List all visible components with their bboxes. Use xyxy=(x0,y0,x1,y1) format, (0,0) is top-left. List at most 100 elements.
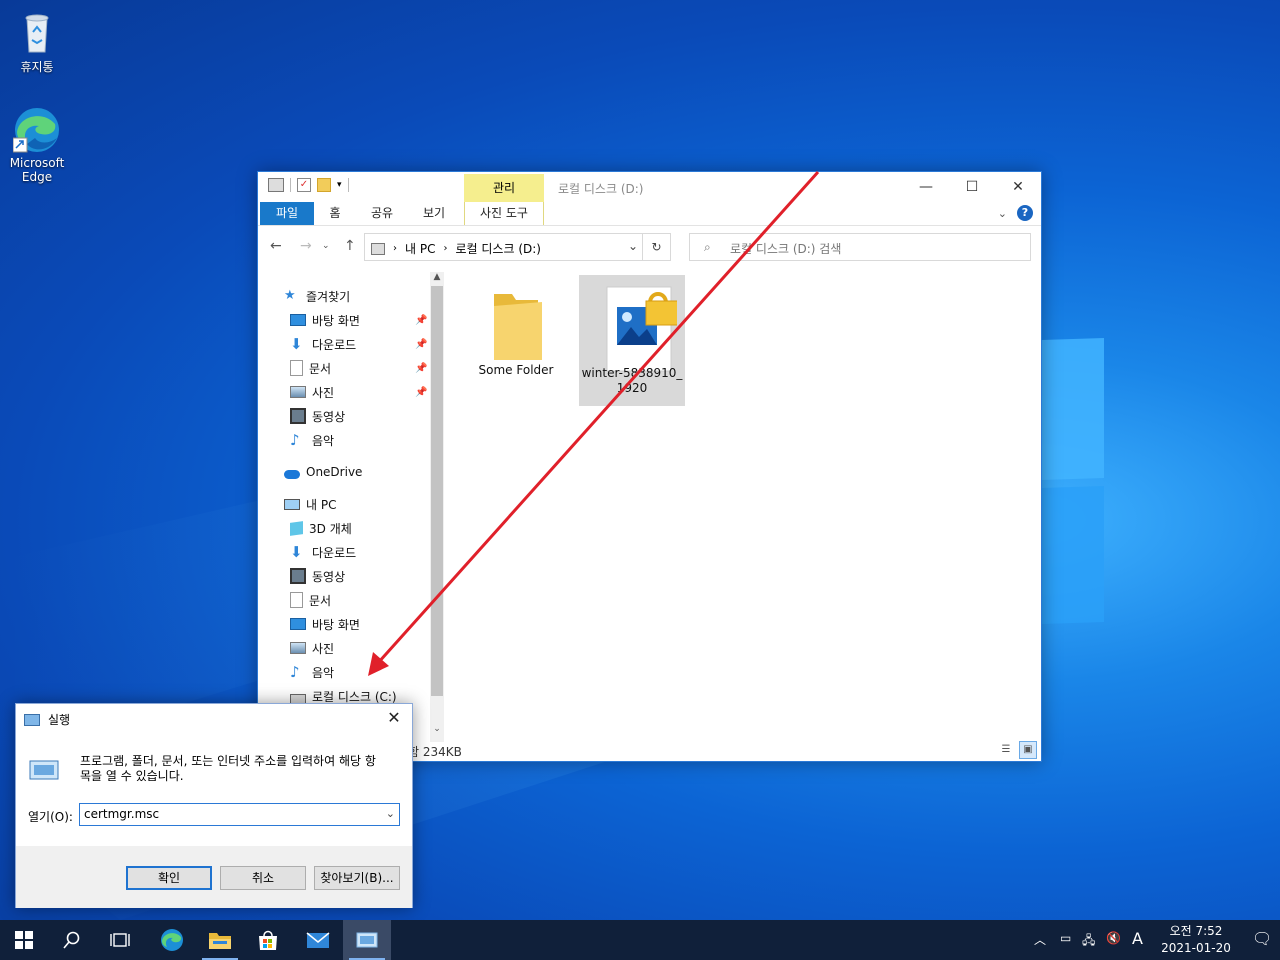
taskbar-mail[interactable] xyxy=(294,920,342,960)
expand-ribbon-icon[interactable]: ⌄ xyxy=(998,207,1007,220)
edge-icon xyxy=(161,929,183,951)
taskbar-run[interactable] xyxy=(343,920,391,960)
address-bar[interactable]: › 내 PC › 로컬 디스크 (D:) ⌄ ↻ xyxy=(364,233,671,261)
search-box[interactable]: ⌕ 로컬 디스크 (D:) 검색 xyxy=(689,233,1031,261)
run-dialog[interactable]: 실행 ✕ 프로그램, 폴더, 문서, 또는 인터넷 주소를 입력하여 해당 항 … xyxy=(15,703,413,908)
nav-item-music[interactable]: ♪ 음악 xyxy=(290,429,334,451)
scroll-down-icon[interactable]: ⌄ xyxy=(430,724,444,738)
large-icons-view-icon[interactable]: ▣ xyxy=(1019,741,1037,759)
recycle-bin-icon xyxy=(13,8,61,56)
search-placeholder: 로컬 디스크 (D:) 검색 xyxy=(730,242,842,256)
address-row: ← → ⌄ ↑ › 내 PC › 로컬 디스크 (D:) ⌄ ↻ ⌕ 로컬 디스… xyxy=(258,230,1041,262)
close-button[interactable]: ✕ xyxy=(382,707,406,729)
edge-icon xyxy=(12,106,61,154)
open-input[interactable]: certmgr.msc xyxy=(84,807,159,821)
nav-item-downloads-pc[interactable]: ⬇ 다운로드 xyxy=(290,541,356,563)
properties-icon[interactable]: ✓ xyxy=(297,178,311,192)
ok-button[interactable]: 확인 xyxy=(126,866,212,890)
chevron-down-icon[interactable]: ⌄ xyxy=(386,807,395,820)
refresh-button[interactable]: ↻ xyxy=(642,234,670,260)
nav-this-pc[interactable]: 내 PC xyxy=(284,493,336,515)
nav-onedrive[interactable]: OneDrive xyxy=(284,461,362,483)
close-button[interactable]: ✕ xyxy=(995,172,1041,202)
title-bar[interactable]: ✓ ▾ 관리 로컬 디스크 (D:) — ☐ ✕ xyxy=(258,172,1041,202)
taskbar: ︿ ▭ 🖧 🔇 A 오전 7:52 2021-01-20 🗨 xyxy=(0,920,1280,960)
taskbar-edge[interactable] xyxy=(148,920,196,960)
nav-label: 사진 xyxy=(312,641,335,656)
context-tab-manage[interactable]: 관리 xyxy=(464,174,544,202)
minimize-button[interactable]: — xyxy=(903,172,949,202)
tab-share[interactable]: 공유 xyxy=(362,202,402,225)
nav-label: 3D 개체 xyxy=(309,521,352,536)
back-button[interactable]: ← xyxy=(270,238,282,254)
nav-item-pictures[interactable]: 사진 xyxy=(290,381,334,403)
start-button[interactable] xyxy=(0,920,48,960)
nav-label: 다운로드 xyxy=(312,337,357,352)
nav-item-downloads[interactable]: ⬇ 다운로드 xyxy=(290,333,356,355)
file-item-folder[interactable]: Some Folder xyxy=(466,278,566,394)
pin-icon: 📌 xyxy=(415,363,428,374)
battery-icon[interactable]: ▭ xyxy=(1060,931,1071,945)
desktop-icon xyxy=(290,618,306,630)
cancel-button[interactable]: 취소 xyxy=(220,866,306,890)
chevron-up-icon[interactable]: ︿ xyxy=(1034,931,1046,948)
tab-picture-tools[interactable]: 사진 도구 xyxy=(464,202,544,225)
tab-file[interactable]: 파일 xyxy=(260,202,314,225)
taskbar-file-explorer[interactable] xyxy=(196,920,244,960)
qat-dropdown-icon[interactable]: ▾ xyxy=(337,180,342,190)
run-footer: 확인 취소 찾아보기(B)... xyxy=(16,846,412,908)
up-button[interactable]: ↑ xyxy=(344,238,356,254)
nav-item-videos[interactable]: 동영상 xyxy=(290,405,345,427)
clock-time: 오전 7:52 xyxy=(1169,924,1223,938)
nav-item-3d-objects[interactable]: 3D 개체 xyxy=(290,517,352,539)
nav-item-documents[interactable]: 문서 xyxy=(290,357,331,379)
details-view-icon[interactable]: ☰ xyxy=(997,741,1015,759)
breadcrumb-this-pc[interactable]: 내 PC xyxy=(405,240,435,257)
browse-button[interactable]: 찾아보기(B)... xyxy=(314,866,400,890)
volume-muted-icon[interactable]: 🔇 xyxy=(1106,931,1121,945)
open-label: 열기(O): xyxy=(28,810,73,824)
pin-icon: 📌 xyxy=(415,339,428,350)
network-icon[interactable]: 🖧 xyxy=(1082,931,1095,952)
recycle-bin-label: 휴지통 xyxy=(20,60,54,74)
chevron-right-icon[interactable]: › xyxy=(443,243,447,254)
clock-date: 2021-01-20 xyxy=(1161,941,1231,955)
search-button[interactable] xyxy=(48,920,96,960)
file-name-line: winter-5838910_ xyxy=(581,366,683,380)
scroll-up-icon[interactable]: ▲ xyxy=(430,272,444,286)
nav-label: 사진 xyxy=(312,385,335,400)
chevron-right-icon[interactable]: › xyxy=(393,243,397,254)
tab-home[interactable]: 홈 xyxy=(318,202,352,225)
forward-button[interactable]: → xyxy=(300,238,312,254)
desktop-icon-recycle-bin[interactable]: 휴지통 xyxy=(2,8,72,75)
notifications-icon[interactable]: 🗨 xyxy=(1252,929,1272,948)
clock[interactable]: 오전 7:52 2021-01-20 xyxy=(1156,923,1236,957)
nav-item-desktop-pc[interactable]: 바탕 화면 xyxy=(290,613,360,635)
windows-icon xyxy=(15,931,33,949)
breadcrumb-local-disk-d[interactable]: 로컬 디스크 (D:) xyxy=(455,240,540,257)
help-icon[interactable]: ? xyxy=(1017,205,1033,221)
taskbar-store[interactable] xyxy=(244,920,292,960)
nav-item-pictures-pc[interactable]: 사진 xyxy=(290,637,334,659)
task-view-button[interactable] xyxy=(96,920,144,960)
nav-item-documents-pc[interactable]: 문서 xyxy=(290,589,331,611)
nav-item-videos-pc[interactable]: 동영상 xyxy=(290,565,345,587)
open-combobox[interactable]: certmgr.msc ⌄ xyxy=(79,803,400,826)
download-icon: ⬇ xyxy=(290,543,303,561)
scrollbar-thumb[interactable] xyxy=(431,286,443,696)
separator xyxy=(347,178,349,192)
recent-locations-icon[interactable]: ⌄ xyxy=(322,241,330,251)
ime-indicator[interactable]: A xyxy=(1132,929,1143,948)
maximize-button[interactable]: ☐ xyxy=(949,172,995,202)
nav-item-music-pc[interactable]: ♪ 음악 xyxy=(290,661,334,683)
nav-item-desktop[interactable]: 바탕 화면 xyxy=(290,309,360,331)
chevron-down-icon[interactable]: ⌄ xyxy=(628,239,638,253)
tab-view[interactable]: 보기 xyxy=(414,202,454,225)
file-explorer-window[interactable]: ✓ ▾ 관리 로컬 디스크 (D:) — ☐ ✕ 파일 홈 공유 보기 사진 도… xyxy=(257,171,1042,762)
nav-scrollbar[interactable]: ▲ ⌄ xyxy=(430,272,444,742)
new-folder-icon[interactable] xyxy=(317,178,331,192)
nav-quick-access[interactable]: ★ 즐겨찾기 xyxy=(284,285,350,307)
file-item-image[interactable]: winter-5838910_ 1920 xyxy=(579,275,685,406)
desktop-icon-edge[interactable]: Microsoft Edge xyxy=(2,106,72,184)
locked-image-icon xyxy=(606,286,679,372)
